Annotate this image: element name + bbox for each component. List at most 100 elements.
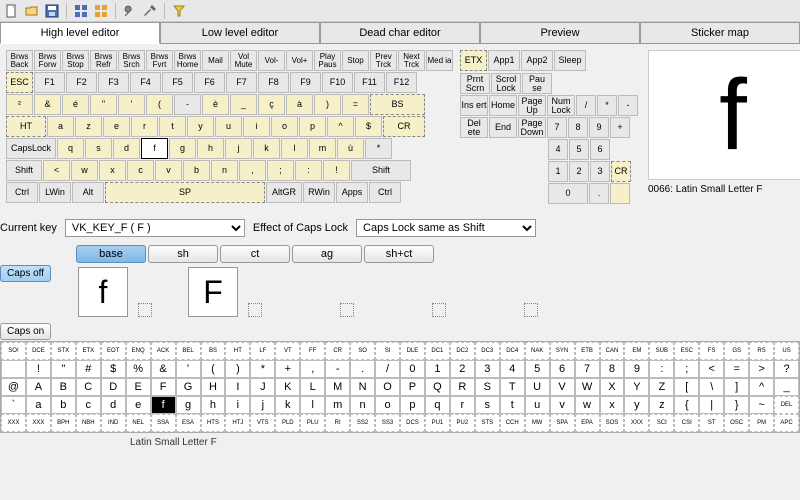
grid-char[interactable]: _: [774, 378, 799, 396]
key-9[interactable]: 9: [589, 117, 609, 138]
grid-char[interactable]: XXX: [624, 414, 649, 432]
key-ctrl[interactable]: Ctrl: [369, 182, 401, 203]
key-i[interactable]: i: [243, 116, 270, 137]
tab-preview[interactable]: Preview: [480, 22, 640, 43]
grid-char[interactable]: ?: [774, 360, 799, 378]
grid-char[interactable]: PM: [749, 414, 774, 432]
grid-char[interactable]: 7: [575, 360, 600, 378]
key-app2[interactable]: App2: [521, 50, 553, 71]
grid-char[interactable]: I: [225, 378, 250, 396]
key-del-ete[interactable]: Del ete: [460, 117, 488, 138]
key--[interactable]: à: [286, 94, 313, 115]
grid-char[interactable]: NEL: [126, 414, 151, 432]
key--[interactable]: (: [146, 94, 173, 115]
key-7[interactable]: 7: [547, 117, 567, 138]
key--[interactable]: *: [365, 138, 392, 159]
key--[interactable]: è: [202, 94, 229, 115]
grid-char[interactable]: SCI: [649, 414, 674, 432]
grid-char[interactable]: +: [275, 360, 300, 378]
key-apps[interactable]: Apps: [336, 182, 368, 203]
key-stop[interactable]: Stop: [342, 50, 369, 71]
tab-sticker[interactable]: Sticker map: [640, 22, 800, 43]
key-f5[interactable]: F5: [162, 72, 193, 93]
char-edit-0[interactable]: [138, 303, 152, 317]
grid-char[interactable]: CR: [325, 342, 350, 360]
grid-char[interactable]: VT: [275, 342, 300, 360]
grid-char[interactable]: L: [300, 378, 325, 396]
key-prnt-scrn[interactable]: Prnt Scrn: [460, 73, 490, 94]
key-sleep[interactable]: Sleep: [554, 50, 586, 71]
grid-char[interactable]: VTS: [250, 414, 275, 432]
key-3[interactable]: 3: [590, 161, 610, 182]
char-box-shift[interactable]: F: [188, 267, 238, 317]
key-pau-se[interactable]: Pau se: [522, 73, 552, 94]
key--[interactable]: é: [62, 94, 89, 115]
key-num-lock[interactable]: Num Lock: [547, 95, 575, 116]
grid-char[interactable]: H: [201, 378, 226, 396]
new-icon[interactable]: [4, 3, 20, 19]
grid-char[interactable]: W: [575, 378, 600, 396]
tab-low-level[interactable]: Low level editor: [160, 22, 320, 43]
key-med-ia[interactable]: Med ia: [426, 50, 453, 71]
grid-char[interactable]: SI: [375, 342, 400, 360]
grid-char[interactable]: i: [225, 396, 250, 414]
key-f8[interactable]: F8: [258, 72, 289, 93]
grid-char[interactable]: EM: [624, 342, 649, 360]
grid-char[interactable]: &: [151, 360, 176, 378]
modifier-ag[interactable]: ag: [292, 245, 362, 263]
grid-char[interactable]: DC1: [425, 342, 450, 360]
key-scrol-lock[interactable]: Scrol Lock: [491, 73, 521, 94]
grid-char[interactable]: BS: [201, 342, 226, 360]
grid-icon[interactable]: [73, 3, 89, 19]
char-edit-1[interactable]: [248, 303, 262, 317]
grid-char[interactable]: RI: [325, 414, 350, 432]
key-e[interactable]: e: [103, 116, 130, 137]
key-brws-forw[interactable]: Brws Forw: [34, 50, 61, 71]
key-f4[interactable]: F4: [130, 72, 161, 93]
grid-char[interactable]: 3: [475, 360, 500, 378]
grid-char[interactable]: D: [101, 378, 126, 396]
key-a[interactable]: a: [47, 116, 74, 137]
grid-char[interactable]: m: [325, 396, 350, 414]
grid-char[interactable]: ': [176, 360, 201, 378]
key-q[interactable]: q: [57, 138, 84, 159]
grid-char[interactable]: ENQ: [126, 342, 151, 360]
key-h[interactable]: h: [197, 138, 224, 159]
grid-char[interactable]: MW: [525, 414, 550, 432]
grid-char[interactable]: N: [350, 378, 375, 396]
grid-char[interactable]: SOS: [600, 414, 625, 432]
grid-char[interactable]: T: [500, 378, 525, 396]
key--[interactable]: *: [597, 95, 617, 116]
key-sp[interactable]: SP: [105, 182, 265, 203]
grid-char[interactable]: p: [400, 396, 425, 414]
key--[interactable]: -: [174, 94, 201, 115]
key--[interactable]: !: [323, 160, 350, 181]
grid-char[interactable]: e: [126, 396, 151, 414]
key-lwin[interactable]: LWin: [39, 182, 71, 203]
grid-char[interactable]: b: [51, 396, 76, 414]
caps-off-button[interactable]: Caps off: [0, 265, 51, 282]
grid-char[interactable]: PLU: [300, 414, 325, 432]
grid-char[interactable]: [: [674, 378, 699, 396]
key-k[interactable]: k: [253, 138, 280, 159]
key-f6[interactable]: F6: [194, 72, 225, 93]
grid-char[interactable]: l: [300, 396, 325, 414]
grid-char[interactable]: CAN: [600, 342, 625, 360]
key-1[interactable]: 1: [548, 161, 568, 182]
key-brws-srch[interactable]: Brws Srch: [118, 50, 145, 71]
tab-high-level[interactable]: High level editor: [0, 22, 160, 44]
grid-char[interactable]: SPA: [550, 414, 575, 432]
key-b[interactable]: b: [183, 160, 210, 181]
grid-char[interactable]: B: [51, 378, 76, 396]
key-f11[interactable]: F11: [354, 72, 385, 93]
grid-char[interactable]: HT: [225, 342, 250, 360]
key-etx[interactable]: ETX: [460, 50, 487, 71]
key-5[interactable]: 5: [569, 139, 589, 160]
key--[interactable]: &: [34, 94, 61, 115]
key-z[interactable]: z: [75, 116, 102, 137]
grid-char[interactable]: M: [325, 378, 350, 396]
key--[interactable]: /: [576, 95, 596, 116]
current-key-select[interactable]: VK_KEY_F ( F ): [65, 219, 245, 237]
grid-char[interactable]: SO!: [1, 342, 26, 360]
grid-char[interactable]: ETX: [76, 342, 101, 360]
